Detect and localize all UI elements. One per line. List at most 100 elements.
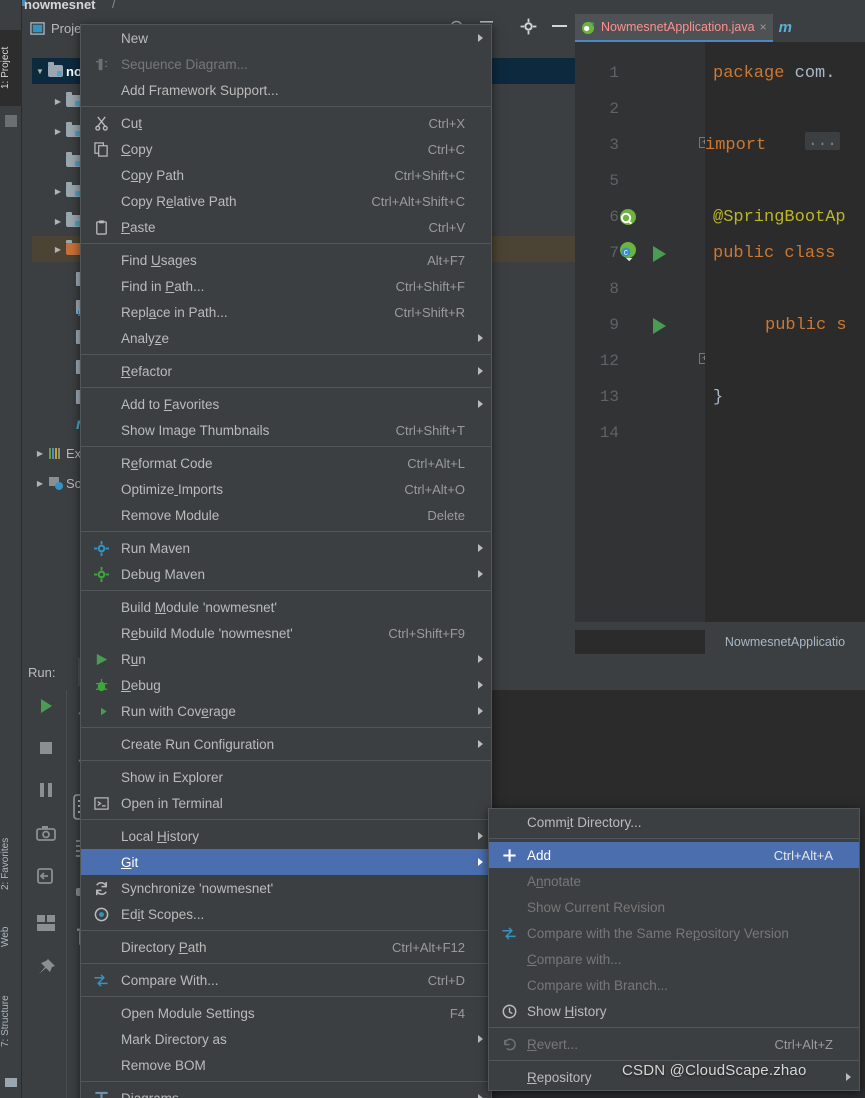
editor-area: NowmesnetApplication.java × m 1 2 3 5 6 … [575,14,865,654]
submenu-arrow-icon [478,655,483,663]
chevron-right-icon[interactable]: ▶ [32,479,48,488]
menu-item-open-module-settings[interactable]: Open Module Settings F4 [81,1000,491,1026]
git-item-show-history[interactable]: Show History [489,998,859,1024]
tool-tab-web[interactable]: Web [0,915,22,959]
menu-item-label: Diagrams [121,1090,179,1098]
menu-item-remove-module[interactable]: Remove Module Delete [81,502,491,528]
menu-item-show-in-explorer[interactable]: Show in Explorer [81,764,491,790]
chevron-right-icon[interactable]: ▶ [50,97,66,106]
menu-item-diagrams[interactable]: Diagrams [81,1085,491,1098]
chevron-right-icon[interactable]: ▶ [50,187,66,196]
menu-item-label: Mark Directory as [121,1031,227,1047]
menu-item-paste[interactable]: Paste Ctrl+V [81,214,491,240]
stop-icon[interactable] [36,738,56,758]
camera-icon[interactable] [36,824,56,844]
run-method-gutter-icon[interactable] [653,318,666,334]
menu-item-run-with-coverage[interactable]: Run with Coverage [81,698,491,724]
tree-row-scratches[interactable]: ▶ Scr [32,470,86,496]
gear-icon[interactable] [520,18,537,35]
menu-item-label: Find Usages [121,252,197,268]
spring-boot-icon [581,20,596,35]
tree-row[interactable]: ▶ [50,88,81,114]
close-icon[interactable]: × [760,20,767,34]
menu-separator [489,1060,859,1061]
tree-row[interactable]: ▶ [50,208,81,234]
submenu-arrow-icon [478,681,483,689]
context-menu[interactable]: New Sequence Diagram... Add Framework Supp… [80,24,492,1098]
run-icon[interactable] [36,696,56,716]
export-icon[interactable] [36,866,56,886]
tool-tab-structure[interactable]: 7: Structure [0,975,22,1067]
menu-item-cut[interactable]: Cut Ctrl+X [81,110,491,136]
chevron-down-icon[interactable]: ▼ [32,67,48,76]
menu-separator [489,838,859,839]
menu-item-find-usages[interactable]: Find Usages Alt+F7 [81,247,491,273]
pause-icon[interactable] [36,780,56,800]
hide-panel-icon[interactable] [552,25,567,27]
tool-tab-project[interactable]: 1: Project [0,30,22,106]
menu-item-git[interactable]: Git [81,849,491,875]
menu-item-reformat-code[interactable]: Reformat Code Ctrl+Alt+L [81,450,491,476]
tool-tab-favorites[interactable]: 2: Favorites [0,820,22,908]
menu-item-create-run-configuration[interactable]: Create Run Configuration [81,731,491,757]
menu-item-copy[interactable]: Copy Ctrl+C [81,136,491,162]
menu-item-synchronize-nowmesnet[interactable]: Synchronize 'nowmesnet' [81,875,491,901]
editor-tab-pom[interactable]: m [772,14,798,42]
menu-item-remove-bom[interactable]: Remove BOM [81,1052,491,1078]
editor-tab-nowmesnet-application[interactable]: NowmesnetApplication.java × [575,14,773,42]
cut-icon [93,115,109,131]
menu-item-add-to-favorites[interactable]: Add to Favorites [81,391,491,417]
tree-row[interactable] [50,148,81,174]
menu-item-analyze[interactable]: Analyze [81,325,491,351]
menu-item-copy-relative-path[interactable]: Copy Relative Path Ctrl+Alt+Shift+C [81,188,491,214]
paste-icon [93,219,109,235]
menu-item-compare-with[interactable]: Compare With... Ctrl+D [81,967,491,993]
line-number: 13 [599,388,619,406]
menu-item-new[interactable]: New [81,25,491,51]
layout-icon[interactable] [36,914,56,934]
collapse-icon[interactable] [5,115,17,127]
spring-bean-gutter-icon[interactable] [618,208,638,228]
menu-item-shortcut: Ctrl+X [428,115,465,131]
menu-item-open-in-terminal[interactable]: Open in Terminal [81,790,491,816]
fold-placeholder[interactable]: ... [805,132,840,150]
git-item-commit-directory[interactable]: Commit Directory... [489,809,859,835]
menu-item-rebuild-module-nowmesnet[interactable]: Rebuild Module 'nowmesnet' Ctrl+Shift+F9 [81,620,491,646]
menu-item-debug[interactable]: Debug [81,672,491,698]
menu-item-label: Show History [527,1003,607,1019]
menu-item-refactor[interactable]: Refactor [81,358,491,384]
menu-item-build-module-nowmesnet[interactable]: Build Module 'nowmesnet' [81,594,491,620]
menu-item-label: Show in Explorer [121,769,224,785]
watermark: CSDN @CloudScape.zhao [622,1062,807,1079]
menu-item-replace-in-path[interactable]: Replace in Path... Ctrl+Shift+R [81,299,491,325]
pin-icon[interactable] [36,958,56,978]
menu-item-copy-path[interactable]: Copy Path Ctrl+Shift+C [81,162,491,188]
menu-item-run-maven[interactable]: Run Maven [81,535,491,561]
menu-item-optimize-imports[interactable]: Optimize Imports Ctrl+Alt+O [81,476,491,502]
breadcrumb: nowmesnet [24,0,96,12]
menu-item-edit-scopes[interactable]: Edit Scopes... [81,901,491,927]
menu-item-show-image-thumbnails[interactable]: Show Image Thumbnails Ctrl+Shift+T [81,417,491,443]
chevron-right-icon[interactable]: ▶ [50,217,66,226]
submenu-arrow-icon [846,1073,851,1081]
tree-row[interactable]: ▶ [50,118,81,144]
tree-row[interactable]: ▶ [50,178,81,204]
menu-item-local-history[interactable]: Local History [81,823,491,849]
chevron-right-icon[interactable]: ▶ [32,449,48,458]
menu-item-mark-directory-as[interactable]: Mark Directory as [81,1026,491,1052]
menu-item-add-framework-support[interactable]: Add Framework Support... [81,77,491,103]
git-submenu[interactable]: Commit Directory... Add Ctrl+Alt+A Annotate… [488,808,860,1091]
plus-icon [501,847,517,863]
menu-item-debug-maven[interactable]: Debug Maven [81,561,491,587]
chevron-right-icon[interactable]: ▶ [50,245,66,254]
chevron-right-icon[interactable]: ▶ [50,127,66,136]
menu-item-directory-path[interactable]: Directory Path Ctrl+Alt+F12 [81,934,491,960]
project-window-icon [30,21,45,36]
menu-separator [81,106,491,107]
run-gutter-icon[interactable] [653,246,666,262]
spring-config-gutter-icon[interactable]: C [618,242,638,264]
menu-item-find-in-path[interactable]: Find in Path... Ctrl+Shift+F [81,273,491,299]
git-item-add[interactable]: Add Ctrl+Alt+A [489,842,859,868]
menu-item-run[interactable]: Run [81,646,491,672]
editor-code[interactable]: package com. import ... @SpringBootAp pu… [705,42,865,622]
